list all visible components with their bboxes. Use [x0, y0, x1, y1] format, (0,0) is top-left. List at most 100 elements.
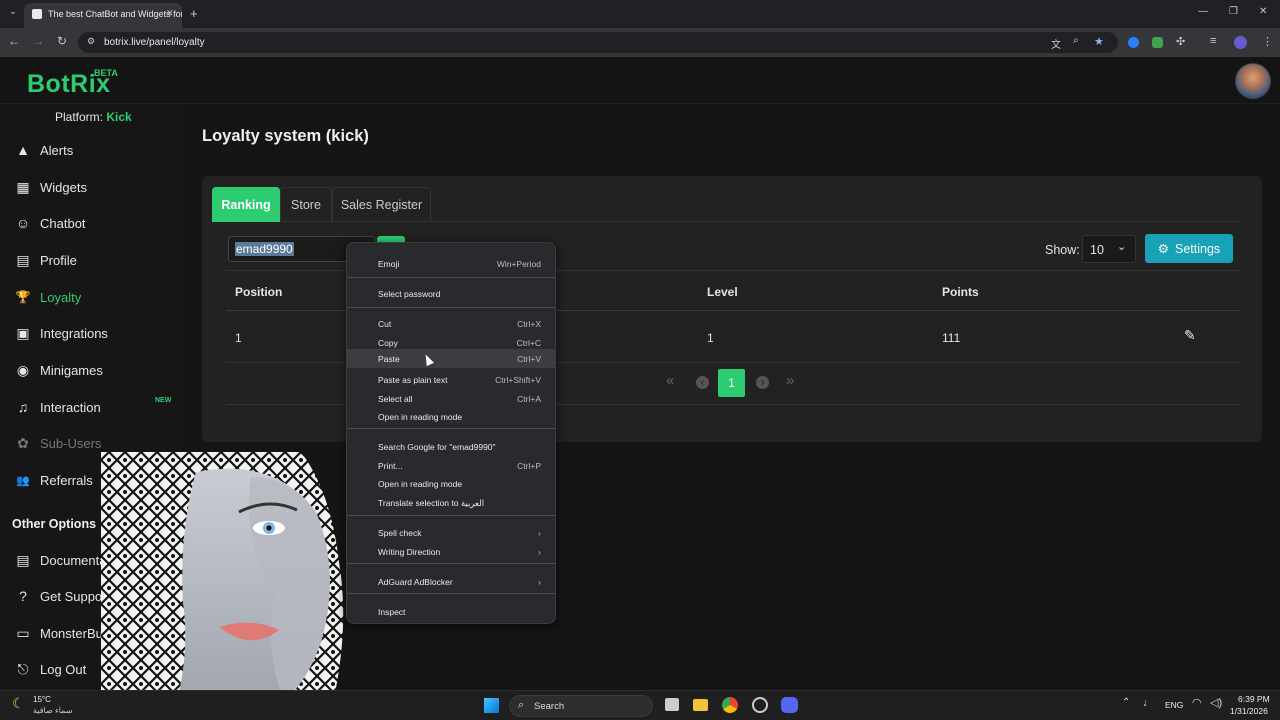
sidebar-item-minigames[interactable]: ◉ Minigames [14, 360, 103, 380]
sidebar-item-widgets[interactable]: ▦ Widgets [14, 177, 87, 197]
microphone-icon[interactable]: ♩ [1143, 697, 1154, 709]
column-header-points: Points [942, 285, 979, 299]
clock-time[interactable]: 6:39 PM [1238, 694, 1270, 704]
menu-item-translate[interactable]: Translate selection to العربية [347, 494, 555, 512]
integrations-icon: ▣ [16, 324, 30, 341]
back-button[interactable]: ← [6, 34, 22, 48]
file-explorer-icon[interactable] [693, 699, 708, 711]
extensions-puzzle-icon[interactable]: ✣ [1176, 35, 1185, 48]
sidebar-item-chatbot[interactable]: ☺ Chatbot [14, 213, 86, 233]
other-options-title: Other Options [12, 517, 97, 531]
url-text: botrix.live/panel/loyalty [104, 37, 205, 48]
menu-item-label: Search Google for "emad9990" [378, 442, 496, 452]
sidebar-item-label: Loyalty [40, 289, 82, 305]
close-window-button[interactable]: ✕ [1259, 6, 1267, 17]
platform-indicator: Platform: Kick [55, 110, 132, 124]
menu-separator [347, 515, 555, 516]
sidebar-item-support[interactable]: ? Get Support [14, 586, 110, 606]
weather-desc: سماء صافية [33, 706, 73, 715]
user-avatar[interactable] [1235, 63, 1271, 99]
sub-users-icon: ✿ [17, 434, 29, 451]
volume-icon[interactable]: ◁) [1210, 696, 1222, 709]
tab-ranking[interactable]: Ranking [212, 187, 280, 222]
favicon-icon [32, 9, 42, 19]
weather-moon-icon[interactable]: ☾ [12, 695, 25, 712]
pagination: « ‹ 1 › » [660, 369, 805, 397]
menu-item-paste-plain[interactable]: Paste as plain text Ctrl+Shift+V [347, 371, 555, 389]
menu-item-reading-mode-2[interactable]: Open in reading mode [347, 475, 555, 493]
sidebar-item-label: Profile [40, 252, 77, 268]
menu-item-select-password[interactable]: Select password [347, 285, 555, 303]
site-info-icon[interactable]: ⚙ [87, 36, 95, 47]
menu-item-print[interactable]: Print... Ctrl+P [347, 457, 555, 475]
sidebar-item-interaction[interactable]: ♫ Interaction [14, 397, 101, 417]
translate-icon[interactable]: 文 [1051, 36, 1061, 51]
alert-triangle-icon: ▲ [16, 142, 30, 158]
menu-item-cut[interactable]: Cut Ctrl+X [347, 315, 555, 333]
sidebar-item-profile[interactable]: ▤ Profile [14, 250, 77, 270]
chevron-up-icon[interactable]: ⌃ [1122, 697, 1130, 708]
sidebar-item-integrations[interactable]: ▣ Integrations [14, 323, 108, 343]
menu-item-emoji[interactable]: Emoji Win+Period [347, 255, 555, 273]
language-indicator[interactable]: ENG [1165, 700, 1183, 710]
address-bar[interactable]: ⚙ botrix.live/panel/loyalty 文 ⌕ ★ [78, 32, 1118, 53]
edit-pencil-icon[interactable]: ✎ [1184, 327, 1196, 344]
profile-icon[interactable] [1234, 36, 1247, 49]
menu-item-label: Writing Direction [378, 547, 441, 557]
menu-item-spell-check[interactable]: Spell check › [347, 524, 555, 542]
extension-shield-icon[interactable] [1152, 37, 1163, 48]
page-last-button[interactable]: » [786, 372, 794, 389]
tab-search-icon[interactable]: ⌄ [6, 6, 20, 20]
windows-start-icon[interactable] [484, 698, 499, 713]
bookmark-star-icon[interactable]: ★ [1094, 35, 1104, 48]
new-tab-button[interactable]: + [190, 6, 198, 21]
discord-icon[interactable] [781, 697, 798, 713]
sidebar-item-logout[interactable]: ⎋ Log Out [14, 659, 86, 679]
robot-icon: ☺ [15, 215, 31, 231]
reload-button[interactable]: ↻ [54, 34, 70, 48]
zoom-icon[interactable]: ⌕ [1073, 35, 1079, 46]
browser-tab[interactable]: The best ChatBot and Widgets for [24, 3, 182, 28]
menu-item-adguard[interactable]: AdGuard AdBlocker › [347, 573, 555, 591]
document-icon: ▤ [16, 551, 30, 568]
restore-button[interactable]: ❐ [1229, 6, 1238, 17]
menu-item-writing-direction[interactable]: Writing Direction › [347, 543, 555, 561]
tab-close-icon[interactable]: ✕ [166, 8, 174, 19]
sidebar-item-sub-users[interactable]: ✿ Sub-Users [14, 433, 101, 453]
settings-label: Settings [1175, 241, 1221, 256]
cell-position: 1 [235, 331, 242, 345]
id-card-icon: ▤ [16, 251, 30, 268]
reading-list-icon[interactable]: ≡ [1210, 35, 1216, 47]
menu-item-inspect[interactable]: Inspect [347, 603, 555, 621]
sidebar-item-alerts[interactable]: ▲ Alerts [14, 140, 73, 160]
sidebar-item-loyalty[interactable]: 🏆 Loyalty [14, 287, 82, 307]
menu-item-reading-mode[interactable]: Open in reading mode [347, 408, 555, 426]
tab-store[interactable]: Store [280, 187, 332, 222]
page-first-button[interactable]: « [666, 372, 674, 389]
forward-button[interactable]: → [30, 34, 46, 48]
chrome-icon[interactable] [722, 697, 738, 713]
minimize-button[interactable]: — [1198, 6, 1208, 17]
app-circle-icon[interactable] [752, 697, 768, 713]
sidebar-item-monsterbus[interactable]: ▭ MonsterBus [14, 623, 109, 643]
page-current-button[interactable]: 1 [718, 369, 745, 397]
menu-item-search-google[interactable]: Search Google for "emad9990" [347, 438, 555, 456]
menu-item-label: Open in reading mode [378, 479, 463, 489]
menu-item-select-all[interactable]: Select all Ctrl+A [347, 390, 555, 408]
page-prev-button[interactable]: ‹ [696, 376, 709, 389]
menu-item-shortcut: Ctrl+A [517, 394, 541, 404]
wifi-icon[interactable]: ◠ [1192, 696, 1202, 709]
page-next-button[interactable]: › [756, 376, 769, 389]
taskbar-search[interactable]: ⌕ Search [509, 695, 653, 717]
search-icon: ⌕ [518, 699, 525, 711]
menu-dots-icon[interactable]: ⋮ [1262, 35, 1273, 48]
tab-sales-register[interactable]: Sales Register [332, 187, 431, 222]
clock-date[interactable]: 1/31/2026 [1230, 706, 1268, 716]
sidebar-item-referrals[interactable]: 👥 Referrals [14, 470, 93, 490]
extension-blue-icon[interactable] [1128, 37, 1139, 48]
menu-item-paste[interactable]: Paste Ctrl+V [347, 349, 555, 368]
show-select[interactable]: 10 ⌄ [1082, 235, 1136, 263]
task-view-icon[interactable] [665, 698, 679, 711]
settings-button[interactable]: ⚙ Settings [1145, 234, 1233, 263]
new-badge: NEW [155, 397, 172, 404]
